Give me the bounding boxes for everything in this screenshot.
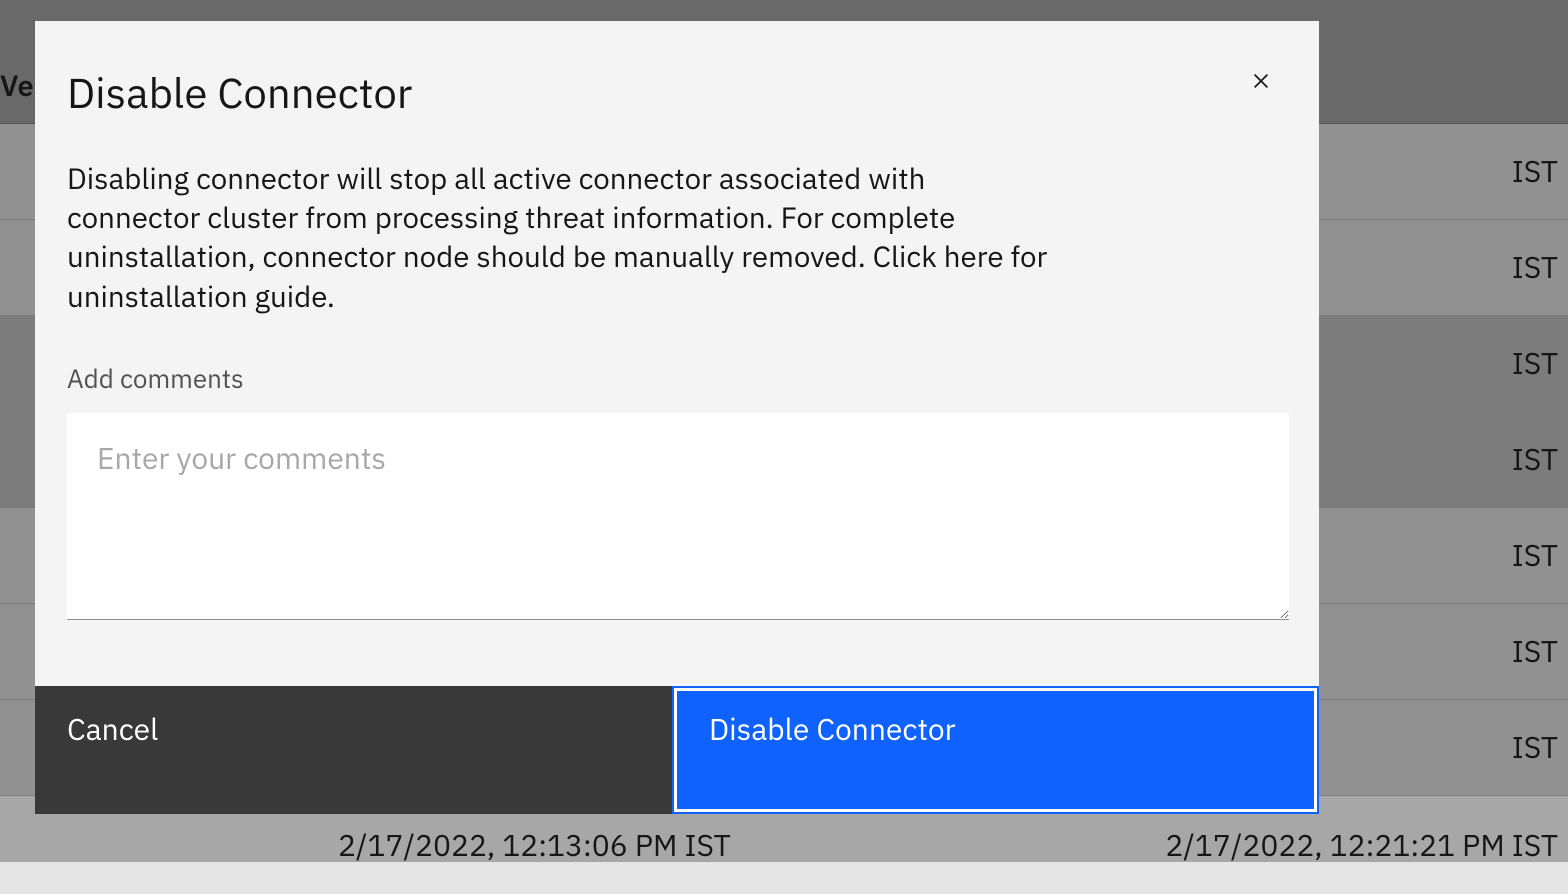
close-button[interactable] <box>1247 67 1275 98</box>
comments-textarea[interactable] <box>67 413 1289 620</box>
cancel-button[interactable]: Cancel <box>35 686 672 814</box>
close-icon <box>1247 83 1275 98</box>
modal-body: Disabling connector will stop all active… <box>35 120 1319 686</box>
comments-label: Add comments <box>67 362 1287 396</box>
disable-connector-modal: Disable Connector Disabling connector wi… <box>35 21 1319 814</box>
modal-footer: Cancel Disable Connector <box>35 686 1319 814</box>
modal-description: Disabling connector will stop all active… <box>67 160 1057 317</box>
modal-header: Disable Connector <box>35 21 1319 120</box>
disable-connector-button[interactable]: Disable Connector <box>674 688 1317 812</box>
modal-title: Disable Connector <box>67 65 412 120</box>
